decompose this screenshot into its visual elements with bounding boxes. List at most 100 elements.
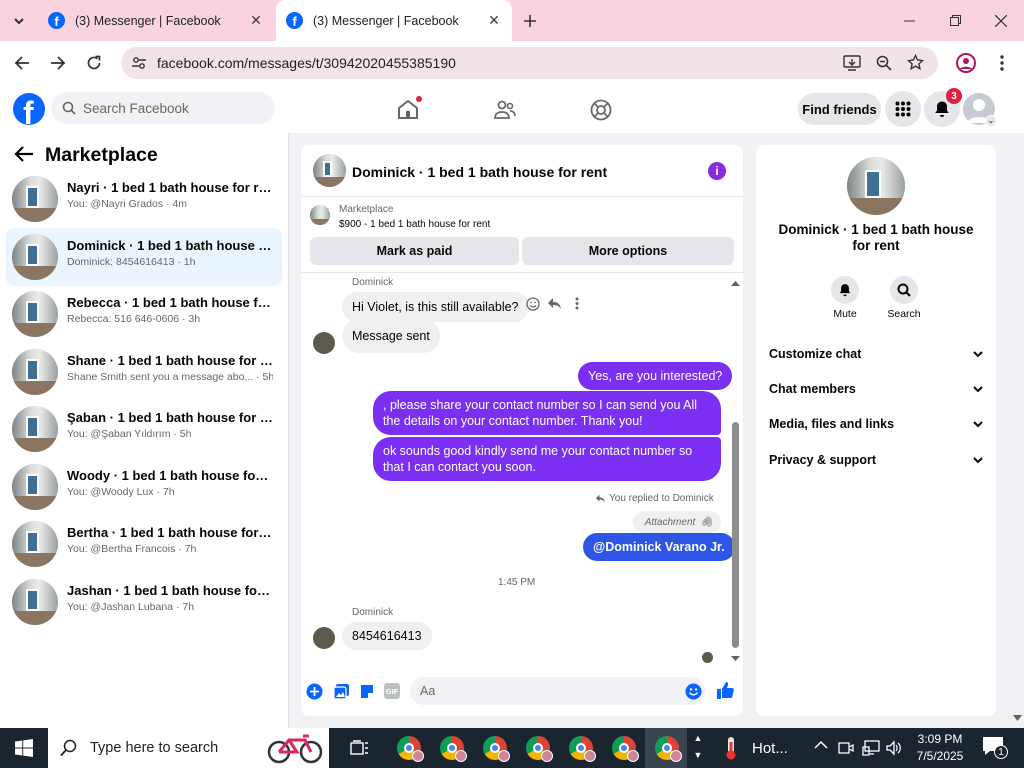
- browser-tab-2[interactable]: f (3) Messenger | Facebook ✕: [276, 0, 512, 41]
- taskbar-chrome-icon[interactable]: [526, 736, 553, 762]
- reload-button[interactable]: [82, 51, 106, 75]
- taskbar-scroll[interactable]: ▲ ▼: [690, 730, 706, 766]
- sender-avatar[interactable]: [313, 627, 335, 649]
- conversation-item[interactable]: Şaban · 1 bed 1 bath house for rent You:…: [6, 400, 282, 458]
- conversation-item[interactable]: Shane · 1 bed 1 bath house for rent Shan…: [6, 343, 282, 401]
- taskbar-chrome-icon[interactable]: [483, 736, 510, 762]
- zoom-icon[interactable]: [876, 55, 892, 71]
- photo-icon[interactable]: [333, 683, 350, 700]
- thumbs-up-icon[interactable]: [716, 681, 735, 700]
- show-hidden-icons-button[interactable]: [814, 740, 830, 756]
- notifications-button[interactable]: 3: [924, 88, 962, 127]
- incoming-message[interactable]: Hi Violet, is this still available?: [342, 292, 529, 322]
- back-arrow-button[interactable]: [14, 145, 36, 165]
- facebook-search-input[interactable]: Search Facebook: [51, 92, 275, 124]
- page-scroll-down-icon[interactable]: [1013, 715, 1022, 722]
- conversation-item[interactable]: Jashan · 1 bed 1 bath house for rent You…: [6, 573, 282, 631]
- emoji-icon[interactable]: [685, 683, 702, 700]
- more-actions-icon[interactable]: [575, 297, 579, 310]
- reply-icon[interactable]: [547, 297, 562, 310]
- outgoing-message[interactable]: Yes, are you interested?: [578, 362, 733, 390]
- taskbar-chrome-icon[interactable]: [440, 736, 467, 762]
- outgoing-message[interactable]: , please share your contact number so I …: [373, 391, 721, 435]
- find-friends-button[interactable]: Find friends: [798, 93, 881, 125]
- search-conversation-button[interactable]: Search: [886, 276, 922, 320]
- new-tab-button[interactable]: [518, 9, 542, 33]
- clock[interactable]: 3:09 PM 7/5/2025: [910, 731, 970, 765]
- taskbar-chrome-icon-active[interactable]: [655, 736, 682, 762]
- chat-header-avatar[interactable]: [313, 154, 346, 187]
- meet-icon[interactable]: [838, 740, 854, 756]
- taskbar-chrome-icon[interactable]: [569, 736, 596, 762]
- conversation-preview: You: @Şaban Yıldırım · 5h: [67, 428, 192, 440]
- conversation-info-button[interactable]: i: [708, 162, 726, 180]
- search-icon: [60, 739, 77, 757]
- quoted-attachment[interactable]: Attachment 🖇: [633, 511, 721, 533]
- react-emoji-icon[interactable]: [526, 297, 540, 311]
- weather-widget[interactable]: Hot...: [724, 728, 788, 768]
- media-files-links-section[interactable]: Media, files and links: [769, 417, 983, 431]
- find-friends-label: Find friends: [802, 101, 877, 117]
- conversation-avatar-large[interactable]: [847, 157, 905, 215]
- sender-avatar[interactable]: [313, 332, 335, 354]
- start-button[interactable]: [0, 728, 48, 768]
- forward-button[interactable]: [46, 51, 70, 75]
- listing-detail[interactable]: $900 - 1 bed 1 bath house for rent: [339, 219, 490, 230]
- nav-home[interactable]: [396, 96, 422, 123]
- taskbar-chrome-icon[interactable]: [397, 736, 424, 762]
- nav-gaming[interactable]: [589, 98, 613, 122]
- notification-center-button[interactable]: 1: [982, 736, 1008, 760]
- close-tab-icon[interactable]: ✕: [486, 12, 502, 29]
- customize-chat-section[interactable]: Customize chat: [769, 347, 983, 361]
- menu-button[interactable]: [885, 91, 921, 127]
- outgoing-mention-message[interactable]: @Dominick Varano Jr.: [583, 533, 735, 561]
- taskbar-search[interactable]: Type here to search: [48, 728, 329, 768]
- bookmark-star-icon[interactable]: [907, 54, 924, 71]
- taskbar-chrome-icon[interactable]: [612, 736, 639, 762]
- chat-members-section[interactable]: Chat members: [769, 382, 983, 396]
- conversation-item[interactable]: Woody · 1 bed 1 bath house for rent You:…: [6, 458, 282, 516]
- nav-friends[interactable]: [493, 98, 517, 122]
- close-window-button[interactable]: [978, 0, 1024, 41]
- address-bar[interactable]: facebook.com/messages/t/3094202045538519…: [121, 47, 938, 79]
- facebook-logo[interactable]: f: [13, 93, 45, 125]
- mark-as-paid-button[interactable]: Mark as paid: [310, 237, 519, 265]
- conversation-item[interactable]: Bertha · 1 bed 1 bath house for rent You…: [6, 515, 282, 573]
- windows-taskbar: Type here to search ▲ ▼ Hot... 3:09 PM 7/…: [0, 728, 1024, 768]
- more-options-button[interactable]: More options: [522, 237, 734, 265]
- minimize-button[interactable]: [886, 0, 932, 41]
- conversation-item[interactable]: Nayri · 1 bed 1 bath house for rent You:…: [6, 170, 282, 228]
- scrollbar-thumb[interactable]: [732, 422, 739, 648]
- install-app-icon[interactable]: [843, 55, 861, 71]
- conversation-item-selected[interactable]: Dominick · 1 bed 1 bath house for rent D…: [6, 228, 282, 286]
- network-icon[interactable]: [862, 740, 880, 756]
- outgoing-message[interactable]: ok sounds good kindly send me your conta…: [373, 437, 721, 481]
- clock-date: 7/5/2025: [916, 749, 964, 763]
- back-button[interactable]: [10, 51, 34, 75]
- browser-menu-button[interactable]: [992, 53, 1012, 73]
- account-avatar[interactable]: ⌄: [963, 93, 997, 127]
- mute-button[interactable]: Mute: [830, 276, 860, 320]
- url-text: facebook.com/messages/t/3094202045538519…: [157, 55, 456, 71]
- message-input[interactable]: Aa: [410, 677, 705, 705]
- privacy-support-section[interactable]: Privacy & support: [769, 453, 983, 467]
- task-view-button[interactable]: [341, 734, 379, 762]
- scroll-down-icon[interactable]: [731, 655, 740, 663]
- incoming-message[interactable]: 8454616413: [342, 622, 432, 650]
- browser-tab-1[interactable]: f (3) Messenger | Facebook ✕: [38, 0, 274, 41]
- scroll-up-icon[interactable]: [731, 279, 740, 287]
- tab-search-button[interactable]: [8, 10, 30, 32]
- volume-icon[interactable]: [886, 740, 902, 756]
- profile-button[interactable]: [956, 53, 976, 73]
- site-info-icon[interactable]: [131, 55, 147, 71]
- more-options-label: More options: [588, 244, 668, 258]
- gif-button[interactable]: GIF: [384, 683, 400, 699]
- conversation-item[interactable]: Rebecca · 1 bed 1 bath house for rent Re…: [6, 285, 282, 343]
- plus-circle-icon[interactable]: [306, 683, 323, 700]
- chat-scrollbar[interactable]: [731, 277, 740, 663]
- sticker-icon[interactable]: [359, 683, 375, 700]
- restore-button[interactable]: [932, 0, 978, 41]
- close-tab-icon[interactable]: ✕: [248, 12, 264, 29]
- incoming-message[interactable]: Message sent: [342, 319, 440, 353]
- chat-title[interactable]: Dominick · 1 bed 1 bath house for rent: [352, 164, 607, 180]
